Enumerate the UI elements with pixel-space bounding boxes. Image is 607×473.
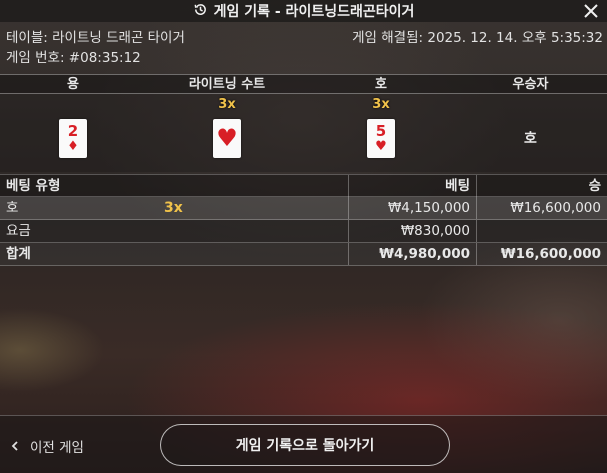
lightning-suit-cell: 3x ♥ [146,94,308,172]
header-winner: 우승자 [512,77,549,92]
outcome-header-row: 용 라이트닝 수트 호 우승자 [0,74,607,94]
heart-suit-icon: ♥ [216,124,238,152]
bet-type: 호 [6,200,19,216]
footer-bar: 이전 게임 게임 기록으로 돌아가기 [0,415,607,473]
history-icon [193,2,208,21]
bet-amount: ₩4,980,000 [348,243,476,265]
bets-table: 베팅 유형 베팅 승 호 3x ₩4,150,000 ₩16,600,000 요… [0,174,607,266]
close-icon [584,4,598,18]
dragon-card-rank: 2 [67,121,79,140]
table-row-total: 합계 ₩4,980,000 ₩16,600,000 [0,243,607,266]
tiger-card: 5 ♥ [367,118,395,158]
back-to-history-button[interactable]: 게임 기록으로 돌아가기 [160,424,450,466]
table-label: 테이블: 라이트닝 드래곤 타이거 [6,30,185,46]
bet-type: 합계 [6,246,31,262]
dragon-card: 2 ♦ [59,118,87,158]
outcome-body-row: 2 ♦ 3x ♥ 3x 5 ♥ 호 [0,94,607,172]
previous-game-label: 이전 게임 [30,440,84,456]
close-button[interactable] [581,1,601,21]
header-tiger: 호 [375,77,387,92]
previous-game-link[interactable]: 이전 게임 [10,436,84,456]
tiger-card-rank: 5 [375,121,387,140]
title-group: 게임 기록 - 라이트닝드래곤타이거 [193,1,415,21]
heart-suit-icon: ♥ [375,138,387,154]
header-bet-type: 베팅 유형 [6,178,61,194]
bets-header-row: 베팅 유형 베팅 승 [0,174,607,197]
chevron-left-icon [11,441,18,451]
page-title: 게임 기록 - 라이트닝드래곤타이거 [213,4,415,20]
win-amount: ₩16,600,000 [476,243,607,265]
win-amount [476,220,607,242]
bet-type-cell: 호 3x [0,197,348,219]
header-lightning-suit: 라이트닝 수트 [188,77,266,92]
win-amount: ₩16,600,000 [476,197,607,219]
bet-multiplier: 3x [164,200,183,216]
game-history-panel: 게임 기록 - 라이트닝드래곤타이거 테이블: 라이트닝 드래곤 타이거 게임 … [0,0,607,473]
bet-amount: ₩830,000 [348,220,476,242]
winner-cell: 호 [454,94,607,172]
outcome-table: 용 라이트닝 수트 호 우승자 2 ♦ 3x ♥ 3x 5 ♥ 호 [0,74,607,172]
lightning-suit-card: ♥ [213,118,241,158]
resolved-time: 게임 해결됨: 2025. 12. 14. 오후 5:35:32 [352,30,603,46]
header-win: 승 [476,175,607,197]
game-number: 게임 번호: #08:35:12 [6,50,141,66]
bet-type: 요금 [6,223,31,239]
bet-amount: ₩4,150,000 [348,197,476,219]
title-bar: 게임 기록 - 라이트닝드래곤타이거 [0,0,607,22]
tiger-cell: 3x 5 ♥ [308,94,454,172]
winner-value: 호 [524,131,537,147]
header-dragon: 용 [67,77,79,92]
table-row: 요금 ₩830,000 [0,220,607,243]
dragon-cell: 2 ♦ [0,94,146,172]
header-bet: 베팅 [348,175,476,197]
tiger-card-multiplier: 3x [372,97,390,112]
game-meta: 테이블: 라이트닝 드래곤 타이거 게임 번호: #08:35:12 게임 해결… [0,22,607,68]
table-row: 호 3x ₩4,150,000 ₩16,600,000 [0,197,607,220]
diamond-suit-icon: ♦ [67,138,79,154]
lightning-suit-multiplier: 3x [218,97,236,112]
